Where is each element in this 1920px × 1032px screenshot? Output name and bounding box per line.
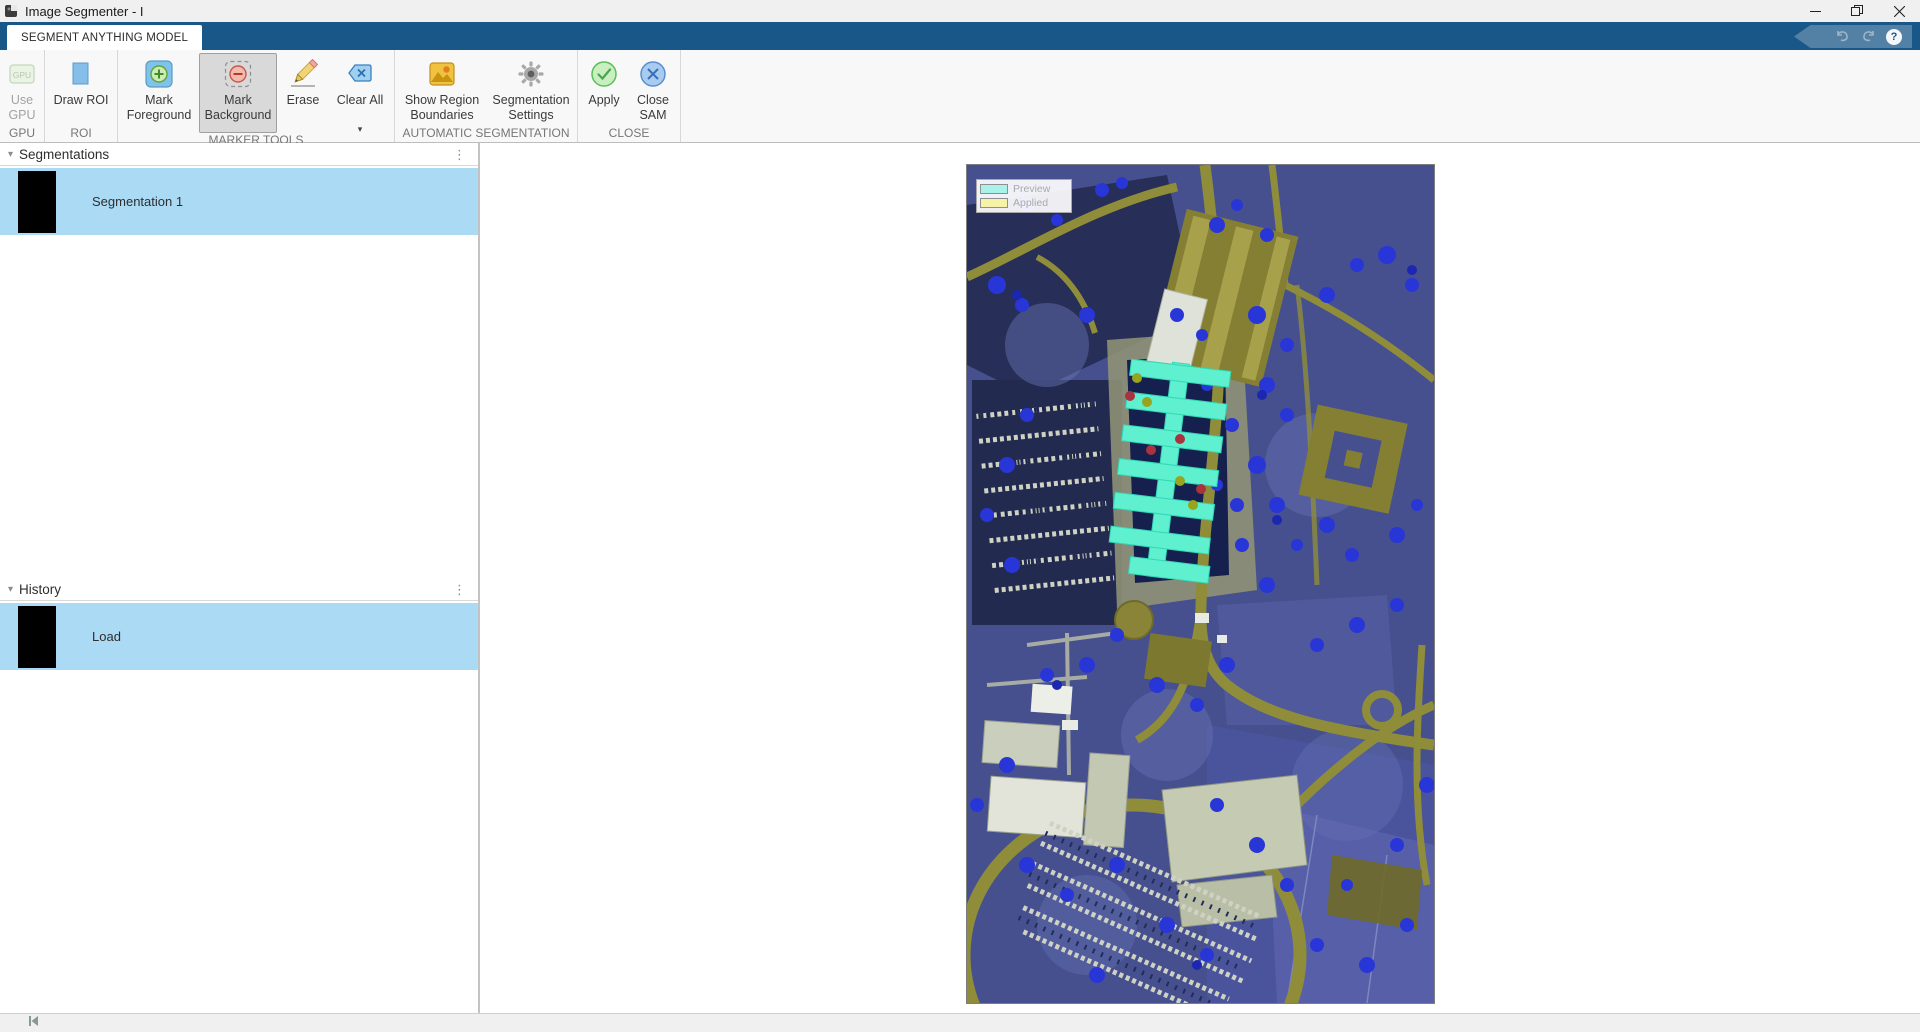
tab-segment-anything-model[interactable]: SEGMENT ANYTHING MODEL [7, 25, 203, 50]
erase-pencil-icon [287, 58, 319, 90]
erase-button[interactable]: Erase [279, 53, 327, 133]
segmentation-settings-button[interactable]: Segmentation Settings [488, 53, 574, 126]
foreground-marker[interactable] [1142, 397, 1152, 407]
history-menu-icon[interactable]: ⋮ [453, 578, 466, 601]
segmentation-list-item[interactable]: Segmentation 1 [0, 168, 478, 235]
background-marker[interactable] [1175, 434, 1185, 444]
content-area: ▾ Segmentations ⋮ Segmentation 1 ▾ Histo… [0, 143, 1920, 1013]
history-label: Load [92, 629, 121, 644]
background-marker[interactable] [1146, 445, 1156, 455]
applied-swatch [980, 198, 1008, 208]
erase-label: Erase [286, 93, 320, 107]
group-label-automatic-segmentation: AUTOMATIC SEGMENTATION [402, 126, 570, 140]
history-title: History [19, 581, 62, 597]
segmentations-header: ▾ Segmentations ⋮ [0, 143, 478, 166]
group-label-roi: ROI [70, 126, 92, 140]
maximize-button[interactable] [1836, 0, 1878, 22]
mark-background-button[interactable]: Mark Background [199, 53, 277, 133]
image-segmenter-window: Image Segmenter - I SEGMENT ANYTHING MOD… [0, 0, 1920, 1032]
satellite-image[interactable] [967, 165, 1434, 1003]
clear-all-label: Clear All [336, 93, 384, 107]
viewer-area: Preview Applied [482, 143, 1920, 1013]
undo-icon[interactable] [1834, 28, 1851, 45]
draw-roi-label: Draw ROI [53, 93, 109, 107]
settings-gear-icon [515, 58, 547, 90]
group-roi: Draw ROI ROI [45, 50, 118, 142]
applied-label: Applied [1013, 197, 1049, 209]
history-list-item[interactable]: Load [0, 603, 478, 670]
legend-row-preview: Preview [980, 182, 1068, 196]
collapse-panel-icon[interactable] [26, 1014, 40, 1032]
legend-row-applied: Applied [980, 196, 1068, 210]
preview-label: Preview [1013, 183, 1051, 195]
gpu-icon: GPU [6, 58, 38, 90]
segmentation-thumbnail [18, 170, 56, 233]
segmentations-menu-icon[interactable]: ⋮ [453, 143, 466, 166]
draw-roi-button[interactable]: Draw ROI [48, 53, 114, 126]
close-button[interactable] [1878, 0, 1920, 22]
segmentation-label: Segmentation 1 [92, 194, 184, 209]
segmentation-settings-label: Segmentation Settings [492, 93, 570, 122]
collapse-triangle-icon[interactable]: ▾ [8, 584, 13, 595]
group-close: Apply Close SAM CLOSE [578, 50, 681, 142]
mark-background-icon [222, 58, 254, 90]
history-panel: ▾ History ⋮ Load [0, 578, 478, 670]
left-panel-stack: ▾ Segmentations ⋮ Segmentation 1 ▾ Histo… [0, 143, 480, 1013]
clear-all-dropdown-caret[interactable]: ▾ [358, 125, 363, 134]
window-controls [1794, 0, 1920, 22]
history-header: ▾ History ⋮ [0, 578, 478, 601]
help-icon[interactable]: ? [1886, 28, 1902, 45]
foreground-marker[interactable] [1175, 476, 1185, 486]
use-gpu-button[interactable]: GPU Use GPU [3, 53, 41, 126]
titlebar: Image Segmenter - I [0, 0, 1920, 22]
show-region-boundaries-button[interactable]: Show Region Boundaries [398, 53, 486, 126]
app-icon [5, 4, 19, 18]
group-marker-tools: Mark Foreground Mark Background Erase Cl… [118, 50, 395, 147]
mark-foreground-button[interactable]: Mark Foreground [121, 53, 197, 133]
background-marker[interactable] [1125, 391, 1135, 401]
group-gpu: GPU Use GPU GPU [0, 50, 45, 142]
group-label-close: CLOSE [608, 126, 650, 140]
image-viewport: Preview Applied [966, 164, 1435, 1004]
window-title: Image Segmenter - I [25, 3, 144, 19]
show-region-boundaries-icon [426, 58, 458, 90]
redo-icon[interactable] [1860, 28, 1877, 45]
close-sam-button[interactable]: Close SAM [629, 53, 677, 126]
show-region-boundaries-label: Show Region Boundaries [404, 93, 480, 122]
close-sam-icon [637, 58, 669, 90]
mark-foreground-label: Mark Foreground [126, 93, 192, 122]
clear-all-icon [344, 58, 376, 90]
ribbon-tab-bar: SEGMENT ANYTHING MODEL ? [0, 22, 1920, 50]
segmentations-panel: ▾ Segmentations ⋮ Segmentation 1 [0, 143, 478, 235]
foreground-marker[interactable] [1188, 500, 1198, 510]
minimize-button[interactable] [1794, 0, 1836, 22]
ribbon-toolstrip: GPU Use GPU GPU Draw ROI ROI Mark Foregr… [0, 50, 1920, 189]
svg-text:GPU: GPU [13, 70, 31, 80]
group-automatic-segmentation: Show Region Boundaries Segmentation Sett… [395, 50, 578, 142]
collapse-triangle-icon[interactable]: ▾ [8, 149, 13, 160]
close-sam-label: Close SAM [637, 93, 669, 122]
legend: Preview Applied [976, 179, 1072, 213]
mark-background-label: Mark Background [204, 93, 272, 122]
history-thumbnail [18, 605, 56, 668]
roi-rectangle-icon [65, 58, 97, 90]
apply-check-icon [588, 58, 620, 90]
preview-swatch [980, 184, 1008, 194]
use-gpu-label: Use GPU [8, 93, 36, 122]
clear-all-button[interactable]: Clear All ▾ [329, 53, 391, 134]
apply-label: Apply [588, 93, 620, 107]
quick-access-toolbar: ? [1794, 25, 1912, 48]
mark-foreground-icon [143, 58, 175, 90]
foreground-marker[interactable] [1132, 373, 1142, 383]
segmentations-title: Segmentations [19, 146, 110, 162]
background-marker[interactable] [1196, 484, 1206, 494]
status-bar [0, 1013, 1920, 1032]
apply-button[interactable]: Apply [581, 53, 627, 126]
group-label-gpu: GPU [8, 126, 35, 140]
